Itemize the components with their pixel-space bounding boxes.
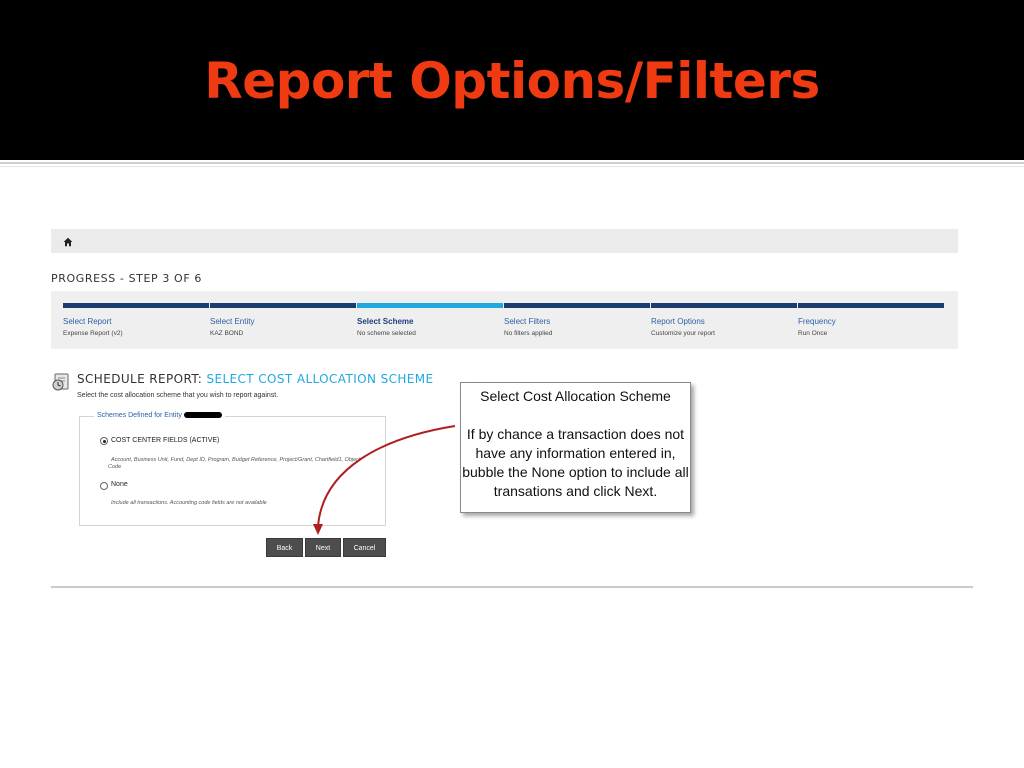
schemes-legend-label: Schemes Defined for Entity [97, 412, 182, 419]
schemes-legend: Schemes Defined for Entity [94, 412, 225, 419]
step-select-entity[interactable]: Select Entity KAZ BOND [210, 303, 356, 337]
bottom-divider [51, 586, 973, 588]
step-status: No scheme selected [357, 330, 416, 337]
scheme-none-label[interactable]: None [111, 481, 128, 488]
step-select-report[interactable]: Select Report Expense Report (v2) [63, 303, 209, 337]
step-select-filters[interactable]: Select Filters No filters applied [504, 303, 650, 337]
step-report-options[interactable]: Report Options Customize your report [651, 303, 797, 337]
slide-title-bar: Report Options/Filters [0, 0, 1024, 160]
step-label: Select Scheme [357, 317, 414, 326]
title-divider [0, 162, 1024, 164]
step-frequency[interactable]: Frequency Run Once [798, 303, 944, 337]
home-icon[interactable] [63, 237, 73, 247]
callout-title: Select Cost Allocation Scheme [480, 388, 671, 404]
step-status: Customize your report [651, 330, 715, 337]
step-status: Run Once [798, 330, 828, 337]
step-select-scheme[interactable]: Select Scheme No scheme selected [357, 303, 503, 337]
slide-title: Report Options/Filters [204, 52, 820, 110]
cancel-button[interactable]: Cancel [343, 538, 386, 557]
step-label: Select Filters [504, 317, 551, 326]
scheme-cost-center-label[interactable]: COST CENTER FIELDS (ACTIVE) [111, 437, 219, 444]
schedule-report-title: SCHEDULE REPORT: SELECT COST ALLOCATION … [77, 372, 434, 386]
callout-body: If by chance a transaction does not have… [462, 426, 689, 499]
back-button[interactable]: Back [266, 538, 303, 557]
scheme-none-radio[interactable] [100, 482, 108, 490]
scheme-none-description: Include all transactions. Accounting cod… [111, 500, 267, 506]
schedule-report-step-name: SELECT COST ALLOCATION SCHEME [206, 372, 434, 386]
progress-title: PROGRESS - STEP 3 OF 6 [51, 272, 202, 285]
breadcrumb-bar [51, 229, 958, 253]
step-bar [210, 303, 356, 308]
redacted-entity-name [183, 412, 222, 419]
step-label: Select Entity [210, 317, 255, 326]
step-label: Report Options [651, 317, 705, 326]
step-bar [798, 303, 944, 308]
title-divider-thin [0, 166, 1024, 167]
step-bar [651, 303, 797, 308]
next-button[interactable]: Next [305, 538, 341, 557]
scheme-cost-center-description: Account, Business Unit, Fund, Dept ID, P… [108, 457, 361, 470]
step-bar-active [357, 303, 503, 308]
annotation-callout: Select Cost Allocation Scheme If by chan… [460, 382, 691, 513]
schedule-report-prefix: SCHEDULE REPORT: [77, 372, 203, 386]
step-status: No filters applied [504, 330, 553, 337]
schedule-report-icon [52, 373, 69, 391]
scheme-cost-center-radio[interactable] [100, 437, 108, 445]
step-bar [504, 303, 650, 308]
step-label: Frequency [798, 317, 836, 326]
step-status: KAZ BOND [210, 330, 244, 337]
step-bar [63, 303, 209, 308]
schemes-fieldset [79, 416, 386, 526]
step-label: Select Report [63, 317, 112, 326]
schedule-report-description: Select the cost allocation scheme that y… [77, 392, 279, 399]
step-status: Expense Report (v2) [63, 330, 123, 337]
